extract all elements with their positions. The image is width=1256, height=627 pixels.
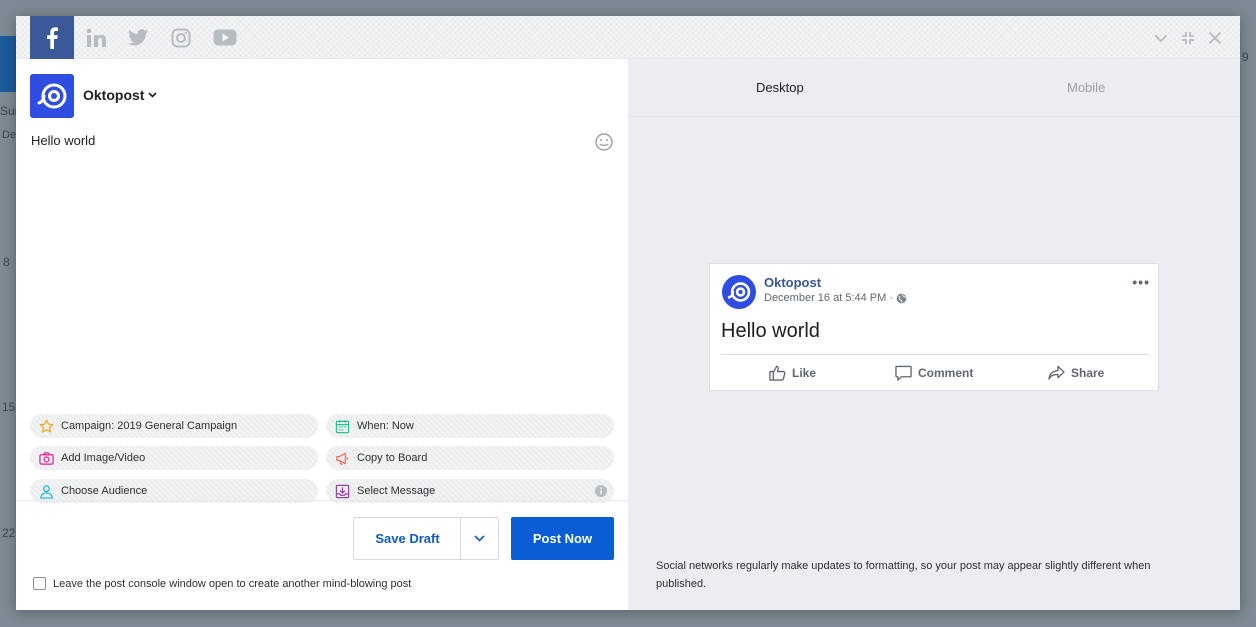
select-message-label: Select Message	[357, 485, 436, 497]
chevron-down-icon	[1154, 34, 1168, 42]
save-options-dropdown[interactable]	[460, 517, 499, 560]
copy-to-board-label: Copy to Board	[357, 452, 428, 464]
instagram-icon	[171, 28, 191, 47]
megaphone-icon	[336, 452, 348, 465]
user-icon	[40, 484, 53, 499]
campaign-label: Campaign: 2019 General Campaign	[61, 420, 238, 432]
star-icon	[39, 419, 54, 433]
preview-timestamp: December 16 at 5:44 PM ·	[764, 292, 907, 304]
close-icon	[1208, 31, 1222, 45]
account-avatar	[30, 74, 74, 118]
save-draft-button[interactable]: Save Draft	[353, 517, 461, 560]
schedule-selector[interactable]: When: Now	[326, 414, 614, 438]
calendar-icon	[335, 419, 350, 433]
add-media-label: Add Image/Video	[61, 452, 146, 464]
background-day-number: 15	[2, 400, 16, 414]
comment-action: Comment	[895, 365, 973, 381]
share-action: Share	[1048, 365, 1104, 381]
add-media-button[interactable]: Add Image/Video	[30, 446, 318, 470]
facebook-post-preview: Oktopost December 16 at 5:44 PM · ••• He…	[709, 263, 1159, 391]
share-label: Share	[1071, 366, 1105, 380]
schedule-label: When: Now	[357, 420, 414, 432]
keep-open-option[interactable]: Leave the post console window open to cr…	[33, 577, 411, 590]
info-icon[interactable]	[595, 485, 607, 497]
oktopost-logo-icon	[727, 282, 751, 302]
preview-post-text: Hello world	[721, 320, 820, 342]
composer-panel: Oktopost Hello world Campaign: 2019 Gene…	[16, 59, 628, 610]
close-button[interactable]	[1205, 28, 1225, 48]
tab-desktop[interactable]: Desktop	[756, 80, 804, 95]
background-calendar-highlight	[0, 36, 16, 92]
minimize-button[interactable]	[1151, 28, 1171, 48]
post-console-modal: Oktopost Hello world Campaign: 2019 Gene…	[16, 16, 1240, 610]
audience-label: Choose Audience	[61, 485, 148, 497]
comment-icon	[895, 365, 912, 381]
tab-linkedin[interactable]	[74, 16, 118, 59]
account-name: Oktopost	[83, 87, 145, 103]
thumbs-up-icon	[769, 365, 786, 381]
chevron-down-icon	[148, 92, 158, 98]
twitter-icon	[128, 29, 148, 46]
tab-instagram[interactable]	[159, 16, 203, 59]
share-icon	[1048, 365, 1065, 380]
more-options-icon[interactable]: •••	[1132, 274, 1150, 290]
keep-open-label: Leave the post console window open to cr…	[53, 577, 412, 590]
composer-divider	[16, 500, 628, 501]
campaign-selector[interactable]: Campaign: 2019 General Campaign	[30, 414, 318, 438]
tab-twitter[interactable]	[116, 16, 160, 59]
account-selector[interactable]: Oktopost	[83, 87, 158, 103]
tab-mobile[interactable]: Mobile	[1067, 80, 1105, 95]
linkedin-icon	[86, 28, 106, 47]
inbox-download-icon	[335, 484, 350, 498]
post-now-button[interactable]: Post Now	[511, 517, 614, 560]
preview-avatar	[722, 275, 756, 309]
comment-label: Comment	[918, 366, 974, 380]
network-tabs-bar	[16, 16, 1240, 59]
preview-view-tabs: Desktop Mobile	[628, 59, 1240, 117]
tab-youtube[interactable]	[203, 16, 247, 59]
post-text-editor[interactable]: Hello world	[31, 133, 95, 148]
preview-separator	[721, 354, 1149, 355]
compress-icon	[1182, 32, 1194, 44]
oktopost-logo-icon	[37, 83, 67, 109]
background-day-label: De	[2, 129, 17, 141]
like-label: Like	[792, 366, 817, 380]
facebook-icon	[47, 26, 58, 49]
collapse-button[interactable]	[1178, 28, 1198, 48]
background-day-number: 8	[3, 255, 10, 269]
smiley-icon	[595, 133, 613, 151]
emoji-button[interactable]	[594, 132, 614, 152]
copy-to-board-button[interactable]: Copy to Board	[326, 446, 614, 470]
preview-panel: Desktop Mobile Oktopost December 16 at 5…	[628, 59, 1240, 610]
youtube-icon	[213, 29, 237, 46]
tab-facebook[interactable]	[30, 16, 74, 59]
chevron-down-icon	[474, 535, 485, 542]
globe-icon	[896, 293, 907, 303]
background-day-number: 22	[2, 526, 16, 540]
like-action: Like	[769, 365, 816, 381]
preview-page-name: Oktopost	[764, 275, 822, 290]
background-day-number: 9	[1242, 50, 1249, 64]
preview-time-text: December 16 at 5:44 PM ·	[764, 292, 894, 304]
keep-open-checkbox[interactable]	[33, 577, 46, 590]
formatting-disclaimer: Social networks regularly make updates t…	[656, 560, 1151, 590]
camera-icon	[39, 451, 54, 465]
